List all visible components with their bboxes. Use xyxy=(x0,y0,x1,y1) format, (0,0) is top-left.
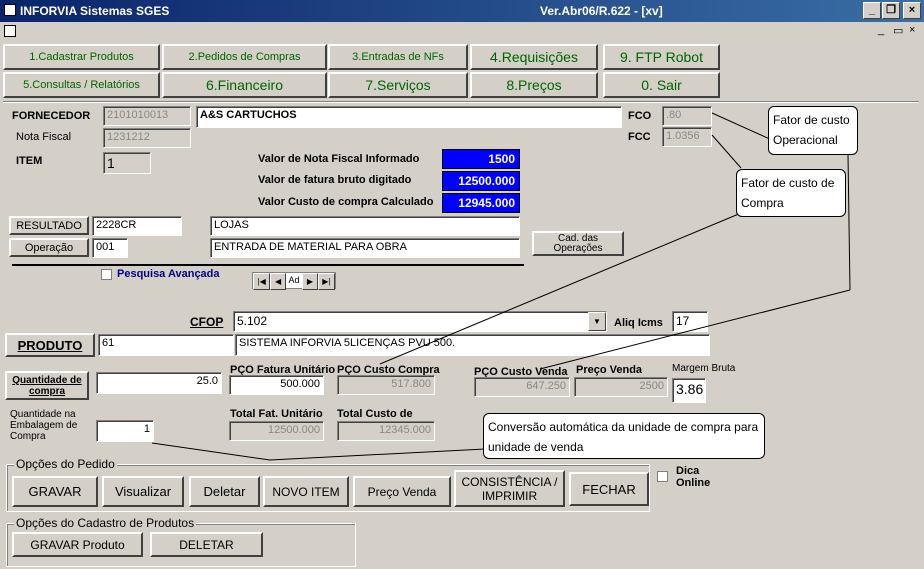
pedido-group-label: Opções do Pedido xyxy=(14,457,117,471)
cadastro-group-label: Opções do Cadastro de Produtos xyxy=(14,516,197,530)
fechar-button[interactable]: FECHAR xyxy=(569,472,649,506)
gravar-button[interactable]: GRAVAR xyxy=(12,476,98,507)
note-fcc: Fator de custo de Compra xyxy=(736,169,846,217)
note-fco: Fator de custo Operacional xyxy=(768,106,858,155)
note-conversao: Conversão automática da unidade de compr… xyxy=(483,413,765,459)
deletar-button[interactable]: Deletar xyxy=(189,476,260,507)
consistencia-imprimir-button[interactable]: CONSISTÊNCIA / IMPRIMIR xyxy=(454,470,565,507)
preco-venda-button[interactable]: Preço Venda xyxy=(353,476,451,507)
deletar-produto-button[interactable]: DELETAR xyxy=(150,532,263,557)
dica-online-checkbox[interactable] xyxy=(657,471,668,482)
dica-online-label: Dica Online xyxy=(676,465,711,489)
novo-item-button[interactable]: NOVO ITEM xyxy=(263,476,349,507)
gravar-produto-button[interactable]: GRAVAR Produto xyxy=(12,532,143,557)
visualizar-button[interactable]: Visualizar xyxy=(102,476,184,507)
